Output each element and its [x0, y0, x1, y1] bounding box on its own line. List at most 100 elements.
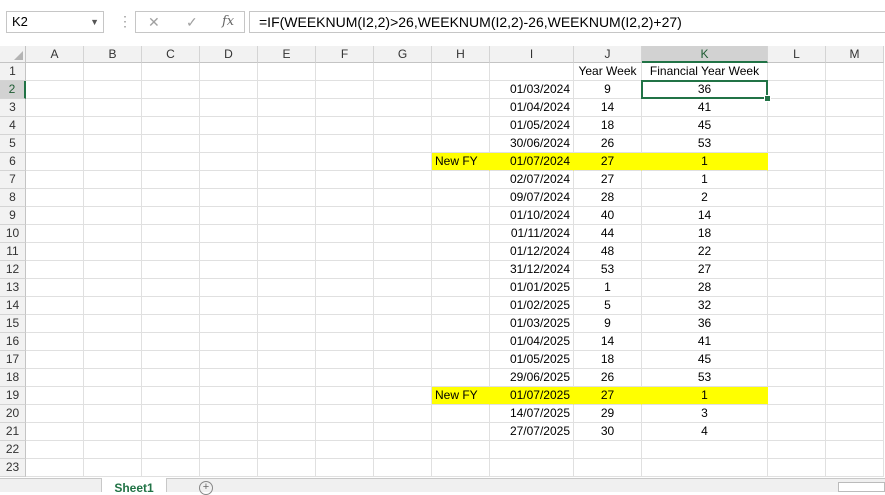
- cell-k18[interactable]: 53: [642, 369, 768, 387]
- cell-c18[interactable]: [142, 369, 200, 387]
- cell-f19[interactable]: [316, 387, 374, 405]
- cell-f1[interactable]: [316, 63, 374, 81]
- cell-k3[interactable]: 41: [642, 99, 768, 117]
- cell-l4[interactable]: [768, 117, 826, 135]
- cell-m9[interactable]: [826, 207, 884, 225]
- cell-f5[interactable]: [316, 135, 374, 153]
- row-header-7[interactable]: 7: [0, 171, 26, 189]
- cell-b17[interactable]: [84, 351, 142, 369]
- row-header-15[interactable]: 15: [0, 315, 26, 333]
- cell-j4[interactable]: 18: [574, 117, 642, 135]
- cell-g13[interactable]: [374, 279, 432, 297]
- cell-c11[interactable]: [142, 243, 200, 261]
- cell-i4[interactable]: 01/05/2024: [490, 117, 574, 135]
- cell-c23[interactable]: [142, 459, 200, 477]
- cell-g8[interactable]: [374, 189, 432, 207]
- row-header-9[interactable]: 9: [0, 207, 26, 225]
- cell-f13[interactable]: [316, 279, 374, 297]
- column-header-k[interactable]: K: [642, 46, 768, 63]
- cell-e11[interactable]: [258, 243, 316, 261]
- cell-c22[interactable]: [142, 441, 200, 459]
- cell-h13[interactable]: [432, 279, 490, 297]
- cell-b5[interactable]: [84, 135, 142, 153]
- cell-e16[interactable]: [258, 333, 316, 351]
- more-options-icon[interactable]: ⋮: [118, 13, 132, 30]
- cell-i7[interactable]: 02/07/2024: [490, 171, 574, 189]
- cell-e10[interactable]: [258, 225, 316, 243]
- cell-d23[interactable]: [200, 459, 258, 477]
- cell-k17[interactable]: 45: [642, 351, 768, 369]
- cell-i14[interactable]: 01/02/2025: [490, 297, 574, 315]
- cell-e3[interactable]: [258, 99, 316, 117]
- cell-m20[interactable]: [826, 405, 884, 423]
- cell-i22[interactable]: [490, 441, 574, 459]
- row-header-10[interactable]: 10: [0, 225, 26, 243]
- cell-g10[interactable]: [374, 225, 432, 243]
- cell-m11[interactable]: [826, 243, 884, 261]
- cell-k1[interactable]: Financial Year Week: [642, 63, 768, 81]
- cell-k20[interactable]: 3: [642, 405, 768, 423]
- row-header-5[interactable]: 5: [0, 135, 26, 153]
- cell-h11[interactable]: [432, 243, 490, 261]
- cell-b14[interactable]: [84, 297, 142, 315]
- cell-a22[interactable]: [26, 441, 84, 459]
- cell-m5[interactable]: [826, 135, 884, 153]
- cell-d20[interactable]: [200, 405, 258, 423]
- cell-e17[interactable]: [258, 351, 316, 369]
- cell-j5[interactable]: 26: [574, 135, 642, 153]
- cell-c3[interactable]: [142, 99, 200, 117]
- column-header-l[interactable]: L: [768, 46, 826, 63]
- cell-l16[interactable]: [768, 333, 826, 351]
- cell-c13[interactable]: [142, 279, 200, 297]
- column-header-j[interactable]: J: [574, 46, 642, 63]
- cell-m6[interactable]: [826, 153, 884, 171]
- cell-m4[interactable]: [826, 117, 884, 135]
- cell-b1[interactable]: [84, 63, 142, 81]
- row-header-13[interactable]: 13: [0, 279, 26, 297]
- cell-l12[interactable]: [768, 261, 826, 279]
- insert-function-icon[interactable]: fx: [222, 14, 234, 29]
- cell-b3[interactable]: [84, 99, 142, 117]
- cell-l10[interactable]: [768, 225, 826, 243]
- cell-g1[interactable]: [374, 63, 432, 81]
- cell-g16[interactable]: [374, 333, 432, 351]
- cell-k19[interactable]: 1: [642, 387, 768, 405]
- cell-i10[interactable]: 01/11/2024: [490, 225, 574, 243]
- cell-l9[interactable]: [768, 207, 826, 225]
- cell-i21[interactable]: 27/07/2025: [490, 423, 574, 441]
- cell-m2[interactable]: [826, 81, 884, 99]
- cell-h23[interactable]: [432, 459, 490, 477]
- column-header-i[interactable]: I: [490, 46, 574, 63]
- cell-l22[interactable]: [768, 441, 826, 459]
- cell-a13[interactable]: [26, 279, 84, 297]
- cell-g2[interactable]: [374, 81, 432, 99]
- cell-j15[interactable]: 9: [574, 315, 642, 333]
- cell-c10[interactable]: [142, 225, 200, 243]
- cell-f17[interactable]: [316, 351, 374, 369]
- cell-d5[interactable]: [200, 135, 258, 153]
- cell-j18[interactable]: 26: [574, 369, 642, 387]
- cell-m23[interactable]: [826, 459, 884, 477]
- cell-f6[interactable]: [316, 153, 374, 171]
- cell-i19[interactable]: 01/07/2025: [490, 387, 574, 405]
- cell-i12[interactable]: 31/12/2024: [490, 261, 574, 279]
- cell-h1[interactable]: [432, 63, 490, 81]
- column-header-g[interactable]: G: [374, 46, 432, 63]
- cell-h3[interactable]: [432, 99, 490, 117]
- cell-l13[interactable]: [768, 279, 826, 297]
- cell-k5[interactable]: 53: [642, 135, 768, 153]
- cell-l23[interactable]: [768, 459, 826, 477]
- cell-l21[interactable]: [768, 423, 826, 441]
- cell-i3[interactable]: 01/04/2024: [490, 99, 574, 117]
- cell-j10[interactable]: 44: [574, 225, 642, 243]
- cell-e20[interactable]: [258, 405, 316, 423]
- cell-d18[interactable]: [200, 369, 258, 387]
- row-header-3[interactable]: 3: [0, 99, 26, 117]
- cell-j19[interactable]: 27: [574, 387, 642, 405]
- cell-e23[interactable]: [258, 459, 316, 477]
- cell-f12[interactable]: [316, 261, 374, 279]
- cell-a8[interactable]: [26, 189, 84, 207]
- cell-g3[interactable]: [374, 99, 432, 117]
- cell-d12[interactable]: [200, 261, 258, 279]
- cell-b19[interactable]: [84, 387, 142, 405]
